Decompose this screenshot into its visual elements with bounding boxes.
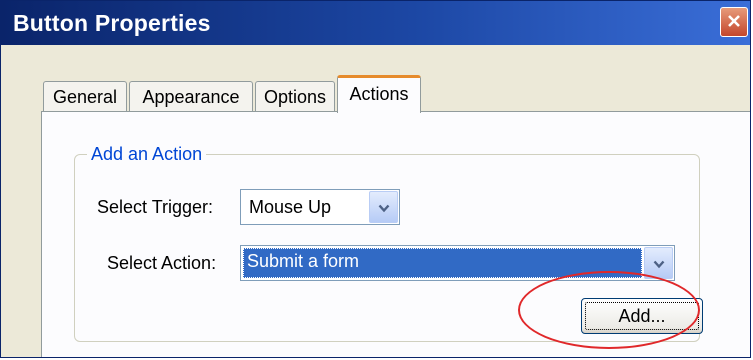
tab-general[interactable]: General: [43, 81, 127, 113]
close-icon: [727, 13, 741, 32]
select-action-value: Submit a form: [247, 251, 360, 271]
select-action-label: Select Action:: [107, 253, 217, 273]
actions-tab-panel: Add an Action Select Trigger: Mouse Up S…: [41, 111, 750, 357]
chevron-down-icon: [378, 198, 390, 217]
chevron-down-icon: [653, 254, 665, 273]
select-action-arrow[interactable]: [644, 247, 673, 279]
close-button[interactable]: [720, 7, 748, 37]
add-action-button[interactable]: Add...: [581, 298, 703, 334]
add-action-group-title: Add an Action: [87, 142, 207, 166]
window-title: Button Properties: [13, 10, 211, 36]
tab-appearance[interactable]: Appearance: [129, 81, 253, 113]
select-trigger-arrow[interactable]: [369, 191, 398, 223]
select-trigger-dropdown[interactable]: Mouse Up: [240, 189, 400, 225]
select-action-dropdown[interactable]: Submit a form: [240, 245, 675, 281]
title-bar[interactable]: Button Properties: [1, 1, 750, 45]
add-action-group: Add an Action Select Trigger: Mouse Up S…: [74, 142, 703, 342]
tab-actions[interactable]: Actions: [337, 75, 421, 113]
select-trigger-label: Select Trigger:: [97, 197, 214, 217]
button-properties-dialog: Button Properties General Appearance Opt…: [0, 0, 751, 358]
select-trigger-value: Mouse Up: [249, 197, 332, 217]
tab-options[interactable]: Options: [255, 81, 335, 113]
